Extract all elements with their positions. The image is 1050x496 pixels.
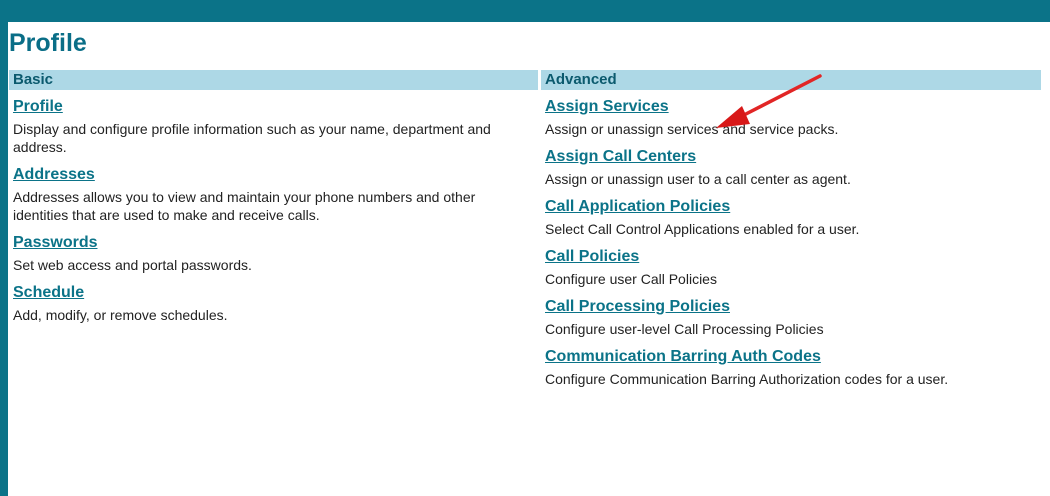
assign-services-link[interactable]: Assign Services [545,97,669,117]
call-policies-link[interactable]: Call Policies [545,247,639,267]
left-border [0,22,9,496]
section-header-basic: Basic [9,70,538,90]
passwords-description: Set web access and portal passwords. [13,257,252,273]
communication-barring-auth-codes-description: Configure Communication Barring Authoriz… [545,371,949,387]
call-processing-policies-description: Configure user-level Call Processing Pol… [545,321,824,337]
advanced-item-communication-barring: Communication Barring Auth Codes Configu… [541,347,1041,388]
schedule-link[interactable]: Schedule [13,283,84,303]
advanced-item-assign-call-centers: Assign Call Centers Assign or unassign u… [541,147,1041,188]
schedule-description: Add, modify, or remove schedules. [13,307,228,323]
section-header-advanced: Advanced [541,70,1041,90]
call-policies-description: Configure user Call Policies [545,271,717,287]
basic-item-schedule: Schedule Add, modify, or remove schedule… [9,283,538,324]
advanced-item-call-processing-policies: Call Processing Policies Configure user-… [541,297,1041,338]
advanced-item-call-policies: Call Policies Configure user Call Polici… [541,247,1041,288]
basic-item-passwords: Passwords Set web access and portal pass… [9,233,538,274]
profile-description: Display and configure profile informatio… [13,121,491,155]
page-title: Profile [9,29,87,57]
advanced-item-call-application-policies: Call Application Policies Select Call Co… [541,197,1041,238]
passwords-link[interactable]: Passwords [13,233,97,253]
assign-services-description: Assign or unassign services and service … [545,121,839,137]
basic-item-profile: Profile Display and configure profile in… [9,97,538,156]
advanced-item-assign-services: Assign Services Assign or unassign servi… [541,97,1041,138]
addresses-description: Addresses allows you to view and maintai… [13,189,476,223]
basic-column: Basic Profile Display and configure prof… [9,70,538,333]
call-processing-policies-link[interactable]: Call Processing Policies [545,297,730,317]
addresses-link[interactable]: Addresses [13,165,95,185]
profile-link[interactable]: Profile [13,97,63,117]
call-application-policies-description: Select Call Control Applications enabled… [545,221,860,237]
assign-call-centers-link[interactable]: Assign Call Centers [545,147,696,167]
assign-call-centers-description: Assign or unassign user to a call center… [545,171,851,187]
advanced-column: Advanced Assign Services Assign or unass… [541,70,1041,397]
top-banner [0,0,1050,22]
basic-item-addresses: Addresses Addresses allows you to view a… [9,165,538,224]
call-application-policies-link[interactable]: Call Application Policies [545,197,730,217]
communication-barring-auth-codes-link[interactable]: Communication Barring Auth Codes [545,347,821,367]
